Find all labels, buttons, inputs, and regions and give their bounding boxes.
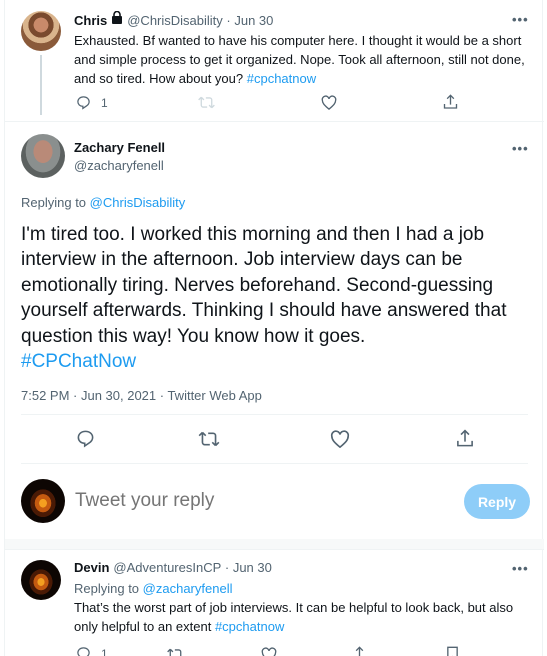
share-icon [456,429,474,448]
avatar-current-user[interactable] [21,479,65,523]
hashtag-link[interactable]: #CPChatNow [21,349,531,374]
replying-to: Replying to @ChrisDisability [21,193,185,212]
tweet-text: That’s the worst part of job interviews.… [74,598,536,636]
separator-dot: · [222,12,235,28]
reply-button[interactable] [76,429,95,448]
replying-to-handle[interactable]: @ChrisDisability [90,195,186,210]
share-button[interactable] [443,94,458,110]
retweet-button[interactable] [198,95,215,110]
tweet-thread: Chris @ChrisDisability · Jun 30 ••• Exha… [4,0,544,656]
like-icon [330,430,350,448]
share-icon [443,94,458,110]
replying-to-label: Replying to [74,581,140,596]
replying-to-label: Replying to [21,195,87,210]
divider [5,121,544,122]
like-button[interactable] [261,647,277,656]
tweet-text: Exhausted. Bf wanted to have his compute… [74,31,528,88]
divider [21,463,528,464]
author-handle[interactable]: @zacharyfenell [74,158,164,173]
author-name[interactable]: Devin [74,560,109,575]
tweet-header: Chris @ChrisDisability · Jun 30 [74,10,273,29]
tweet-date[interactable]: Jun 30 [234,13,273,28]
more-icon[interactable]: ••• [512,12,529,27]
author-handle[interactable]: @ChrisDisability [127,13,223,28]
reply-submit-button[interactable]: Reply [464,484,530,519]
replying-to-handle[interactable]: @zacharyfenell [143,581,233,596]
author-name[interactable]: Chris [74,13,107,28]
more-icon[interactable]: ••• [512,561,529,576]
more-icon[interactable]: ••• [512,141,529,156]
retweet-icon [198,95,215,110]
lock-icon [111,10,123,29]
reply-count: 1 [101,646,108,656]
avatar-zachary[interactable] [21,134,65,178]
like-icon [321,95,337,110]
reply-button[interactable]: 1 [76,646,108,656]
bookmark-button[interactable] [446,646,459,656]
divider [21,414,528,415]
hashtag-link[interactable]: #cpchatnow [247,71,316,86]
divider [5,549,544,550]
like-button[interactable] [321,95,337,110]
reply-icon [76,429,95,448]
retweet-button[interactable] [198,430,220,448]
avatar-chris[interactable] [21,11,61,51]
tweet-date[interactable]: Jun 30 [233,560,272,575]
reply-icon [76,646,91,656]
main-tweet-text: I'm tired too. I worked this morning and… [21,222,531,374]
retweet-button[interactable] [167,647,184,656]
bookmark-icon [446,646,459,656]
hashtag-link[interactable]: #cpchatnow [215,619,284,634]
share-button[interactable] [352,646,367,656]
tweet-timestamp[interactable]: 7:52 PM · Jun 30, 2021 · Twitter Web App [21,388,262,403]
avatar-devin[interactable] [21,560,61,600]
reply-icon [76,95,91,110]
retweet-icon [167,647,184,656]
share-icon [352,646,367,656]
share-button[interactable] [456,429,474,448]
author-name[interactable]: Zachary Fenell [74,140,165,155]
author-handle[interactable]: @AdventuresInCP [113,560,221,575]
reply-input[interactable] [75,486,435,516]
tweet-header: Devin @AdventuresInCP · Jun 30 [74,560,272,575]
reply-count: 1 [101,95,108,110]
replying-to: Replying to @zacharyfenell [74,579,232,598]
section-spacer [5,539,544,549]
like-button[interactable] [330,430,350,448]
thread-connector-line [40,55,42,115]
like-icon [261,647,277,656]
separator-dot: · [221,560,233,575]
tweet-body: I'm tired too. I worked this morning and… [21,224,507,347]
retweet-icon [198,430,220,448]
reply-button[interactable]: 1 [76,95,108,110]
tweet-body: That’s the worst part of job interviews.… [74,600,514,634]
